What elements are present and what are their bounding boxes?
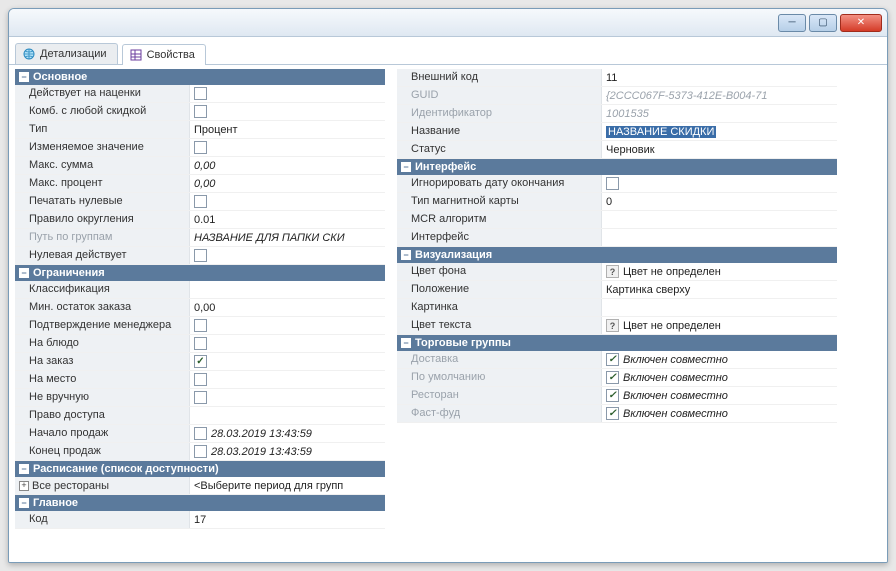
- row-kartinka[interactable]: Картинка: [397, 299, 837, 317]
- row-status[interactable]: Статус Черновик: [397, 141, 837, 159]
- row-izmenyaemoe-znachenie[interactable]: Изменяемое значение: [15, 139, 385, 157]
- row-nazvanie[interactable]: Название НАЗВАНИЕ СКИДКИ: [397, 123, 837, 141]
- app-window: ─ ▢ ✕ Детализации Свойства − Основное Де…: [8, 8, 888, 563]
- row-vse-restorany[interactable]: + Все рестораны <Выберите период для гру…: [15, 477, 385, 495]
- section-raspisanie[interactable]: − Расписание (список доступности): [15, 461, 385, 477]
- row-guid: GUID {2CCC067F-5373-412E-B004-71: [397, 87, 837, 105]
- checkbox[interactable]: [194, 373, 207, 386]
- checkbox[interactable]: [194, 355, 207, 368]
- collapse-icon: −: [19, 498, 29, 508]
- tab-bar: Детализации Свойства: [9, 37, 887, 65]
- tab-svoistva[interactable]: Свойства: [122, 44, 206, 65]
- row-na-bludo[interactable]: На блюдо: [15, 335, 385, 353]
- collapse-icon: −: [19, 268, 29, 278]
- checkbox[interactable]: [194, 427, 207, 440]
- titlebar: ─ ▢ ✕: [9, 9, 887, 37]
- collapse-icon: −: [19, 72, 29, 82]
- tab-label: Свойства: [147, 49, 195, 61]
- selected-text: НАЗВАНИЕ СКИДКИ: [606, 126, 716, 138]
- checkbox[interactable]: [194, 87, 207, 100]
- row-tip[interactable]: Тип Процент: [15, 121, 385, 139]
- row-podtverzhdenie-menedzhera[interactable]: Подтверждение менеджера: [15, 317, 385, 335]
- globe-icon: [22, 47, 36, 61]
- checkbox[interactable]: [194, 319, 207, 332]
- minimize-button[interactable]: ─: [778, 14, 806, 32]
- collapse-icon: −: [401, 250, 411, 260]
- row-deistvuet-na-nacenki[interactable]: Действует на наценки: [15, 85, 385, 103]
- row-klassifikaciya[interactable]: Классификация: [15, 281, 385, 299]
- properties-icon: [129, 48, 143, 62]
- left-column: − Основное Действует на наценки Комб. с …: [15, 69, 385, 556]
- close-button[interactable]: ✕: [840, 14, 882, 32]
- property-grid-body: − Основное Действует на наценки Комб. с …: [9, 65, 887, 562]
- row-min-ostatok-zakaza[interactable]: Мин. остаток заказа 0,00: [15, 299, 385, 317]
- row-vneshniy-kod[interactable]: Внешний код 11: [397, 69, 837, 87]
- checkbox[interactable]: [606, 177, 619, 190]
- row-cvet-teksta[interactable]: Цвет текста ?Цвет не определен: [397, 317, 837, 335]
- row-pravo-dostupa[interactable]: Право доступа: [15, 407, 385, 425]
- row-identifikator: Идентификатор 1001535: [397, 105, 837, 123]
- checkbox[interactable]: [194, 195, 207, 208]
- collapse-icon: −: [401, 162, 411, 172]
- checkbox[interactable]: [194, 249, 207, 262]
- row-tip-magn-karty[interactable]: Тип магнитной карты 0: [397, 193, 837, 211]
- row-polozhenie[interactable]: Положение Картинка сверху: [397, 281, 837, 299]
- question-icon: ?: [606, 265, 619, 278]
- row-cvet-fona[interactable]: Цвет фона ?Цвет не определен: [397, 263, 837, 281]
- row-interfeis[interactable]: Интерфейс: [397, 229, 837, 247]
- checkbox[interactable]: [606, 353, 619, 366]
- row-kod[interactable]: Код 17: [15, 511, 385, 529]
- row-nulevaya-deistvuet[interactable]: Нулевая действует: [15, 247, 385, 265]
- expand-icon[interactable]: +: [19, 481, 29, 491]
- checkbox[interactable]: [606, 389, 619, 402]
- row-fast-fud[interactable]: Фаст-фуд Включен совместно: [397, 405, 837, 423]
- collapse-icon: −: [19, 464, 29, 474]
- maximize-button[interactable]: ▢: [809, 14, 837, 32]
- section-glavnoe[interactable]: − Главное: [15, 495, 385, 511]
- section-torgovye-gruppy[interactable]: − Торговые группы: [397, 335, 837, 351]
- question-icon: ?: [606, 319, 619, 332]
- row-pechatat-nulevye[interactable]: Печатать нулевые: [15, 193, 385, 211]
- row-na-mesto[interactable]: На место: [15, 371, 385, 389]
- row-maks-procent[interactable]: Макс. процент 0,00: [15, 175, 385, 193]
- checkbox[interactable]: [606, 407, 619, 420]
- section-vizualizaciya[interactable]: − Визуализация: [397, 247, 837, 263]
- row-ignorirovat-datu[interactable]: Игнорировать дату окончания: [397, 175, 837, 193]
- row-na-zakaz[interactable]: На заказ: [15, 353, 385, 371]
- row-nachalo-prodazh[interactable]: Начало продаж 28.03.2019 13:43:59: [15, 425, 385, 443]
- row-restoran[interactable]: Ресторан Включен совместно: [397, 387, 837, 405]
- row-pravilo-okrugleniya[interactable]: Правило округления 0.01: [15, 211, 385, 229]
- checkbox[interactable]: [194, 391, 207, 404]
- section-interfeis[interactable]: − Интерфейс: [397, 159, 837, 175]
- row-po-umolchaniyu[interactable]: По умолчанию Включен совместно: [397, 369, 837, 387]
- row-ne-vruchnuyu[interactable]: Не вручную: [15, 389, 385, 407]
- tab-label: Детализации: [40, 48, 107, 60]
- checkbox[interactable]: [194, 105, 207, 118]
- section-ogranicheniya[interactable]: − Ограничения: [15, 265, 385, 281]
- row-dostavka[interactable]: Доставка Включен совместно: [397, 351, 837, 369]
- collapse-icon: −: [401, 338, 411, 348]
- row-konec-prodazh[interactable]: Конец продаж 28.03.2019 13:43:59: [15, 443, 385, 461]
- section-osnovnoe[interactable]: − Основное: [15, 69, 385, 85]
- row-put-po-gruppam: Путь по группам НАЗВАНИЕ ДЛЯ ПАПКИ СКИ: [15, 229, 385, 247]
- row-komb-s-luboi-skidkoi[interactable]: Комб. с любой скидкой: [15, 103, 385, 121]
- right-column: Внешний код 11 GUID {2CCC067F-5373-412E-…: [397, 69, 837, 556]
- tab-detalizacii[interactable]: Детализации: [15, 43, 118, 64]
- checkbox[interactable]: [194, 337, 207, 350]
- checkbox[interactable]: [194, 141, 207, 154]
- checkbox[interactable]: [194, 445, 207, 458]
- row-maks-summa[interactable]: Макс. сумма 0,00: [15, 157, 385, 175]
- row-mcr-algoritm[interactable]: MCR алгоритм: [397, 211, 837, 229]
- checkbox[interactable]: [606, 371, 619, 384]
